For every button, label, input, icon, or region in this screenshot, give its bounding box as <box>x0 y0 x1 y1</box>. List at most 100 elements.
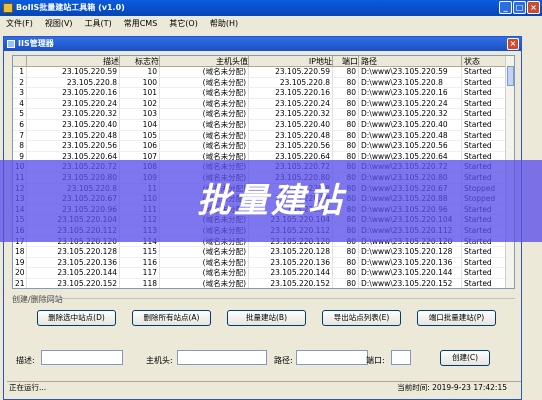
header-host[interactable]: 主机头值 <box>160 56 249 66</box>
menu-tools[interactable]: 工具(T) <box>85 18 112 29</box>
row-ip: 23.105.220.40 <box>249 119 333 130</box>
table-row[interactable]: 7 23.105.220.48 105 (域名未分配) 23.105.220.48 80 D… <box>13 130 514 142</box>
delete-selected-button[interactable]: 删除选中站点(D) <box>37 310 116 326</box>
row-description: 23.105.220.128 <box>27 247 120 257</box>
row-path: D:\www\23.105.220.48 <box>359 130 462 141</box>
iis-window-title: IIS管理器 <box>18 39 54 48</box>
header-status[interactable]: 状态 <box>462 56 510 66</box>
path-input[interactable] <box>296 350 368 365</box>
row-status: Started <box>462 268 510 278</box>
batch-create-button[interactable]: 批量建站(B) <box>227 310 306 326</box>
row-identifier: 104 <box>120 119 160 130</box>
row-host: (域名未分配) <box>160 67 249 77</box>
row-host: (域名未分配) <box>160 257 249 268</box>
host-label: 主机头: <box>146 356 173 365</box>
row-path: D:\www\23.105.220.24 <box>359 98 462 109</box>
row-host: (域名未分配) <box>160 119 249 130</box>
table-row[interactable]: 5 23.105.220.32 103 (域名未分配) 23.105.220.32 80 D… <box>13 109 514 120</box>
table-header: 描述 标志符 主机头值 IP地址 端口 路径 状态 <box>13 56 514 67</box>
row-path: D:\www\23.105.220.40 <box>359 119 462 130</box>
row-status: Started <box>462 98 510 109</box>
row-host: (域名未分配) <box>160 278 249 288</box>
app-title-bar: BoIIS批量建站工具箱 (v1.0) _ □ × <box>0 0 542 16</box>
row-description: 23.105.220.16 <box>27 88 120 98</box>
row-ip: 23.105.220.48 <box>249 130 333 141</box>
table-row[interactable]: 6 23.105.220.40 104 (域名未分配) 23.105.220.40 80 D… <box>13 119 514 131</box>
row-index: 20 <box>13 268 27 278</box>
row-port: 80 <box>333 278 359 288</box>
menu-other[interactable]: 其它(O) <box>169 18 198 29</box>
row-status: Started <box>462 278 510 288</box>
table-row[interactable]: 4 23.105.220.24 102 (域名未分配) 23.105.220.24 80 D… <box>13 98 514 110</box>
table-row[interactable]: 8 23.105.220.56 106 (域名未分配) 23.105.220.56 80 D… <box>13 141 514 152</box>
row-port: 80 <box>333 247 359 257</box>
row-port: 80 <box>333 257 359 268</box>
row-ip: 23.105.220.152 <box>249 278 333 288</box>
header-identifier[interactable]: 标志符 <box>120 56 160 66</box>
row-port: 80 <box>333 268 359 278</box>
header-description[interactable]: 描述 <box>27 56 120 66</box>
ops-group-label: 创建/删除网站 <box>12 295 63 304</box>
status-text: 正在运行... <box>9 383 47 392</box>
row-identifier: 115 <box>120 247 160 257</box>
table-row[interactable]: 20 23.105.220.144 117 (域名未分配) 23.105.220.144… <box>13 268 514 279</box>
row-ip: 23.105.220.24 <box>249 98 333 109</box>
row-description: 23.105.220.136 <box>27 257 120 268</box>
row-description: 23.105.220.152 <box>27 278 120 288</box>
window-close-icon[interactable]: × <box>507 38 519 50</box>
row-description: 23.105.220.56 <box>27 141 120 151</box>
row-ip: 23.105.220.144 <box>249 268 333 278</box>
menu-bar: 文件(F) 视图(V) 工具(T) 常用CMS 其它(O) 帮助(H) <box>0 16 542 30</box>
menu-cms[interactable]: 常用CMS <box>124 18 158 29</box>
scrollbar-thumb[interactable] <box>507 66 514 86</box>
maximize-button[interactable]: □ <box>513 1 526 14</box>
row-host: (域名未分配) <box>160 77 249 88</box>
row-index: 21 <box>13 278 27 288</box>
window-icon <box>7 40 15 48</box>
table-row[interactable]: 21 23.105.220.152 118 (域名未分配) 23.105.220.152… <box>13 278 514 288</box>
row-description: 23.105.220.144 <box>27 268 120 278</box>
menu-file[interactable]: 文件(F) <box>6 18 33 29</box>
row-description: 23.105.220.8 <box>27 77 120 88</box>
row-ip: 23.105.220.128 <box>249 247 333 257</box>
port-input[interactable] <box>391 350 411 365</box>
menu-view[interactable]: 视图(V) <box>45 18 73 29</box>
status-time: 当前时间: 2019-9-23 17:42:15 <box>397 383 507 392</box>
row-identifier: 101 <box>120 88 160 98</box>
header-port[interactable]: 端口 <box>333 56 359 66</box>
row-identifier: 102 <box>120 98 160 109</box>
row-identifier: 106 <box>120 141 160 151</box>
path-label: 路径: <box>274 356 293 365</box>
row-identifier: 117 <box>120 268 160 278</box>
row-index: 4 <box>13 98 27 109</box>
row-port: 80 <box>333 109 359 119</box>
header-ip[interactable]: IP地址 <box>249 56 333 66</box>
desc-input[interactable] <box>41 350 123 365</box>
close-button[interactable]: × <box>527 1 540 14</box>
minimize-button[interactable]: _ <box>499 1 512 14</box>
table-row[interactable]: 1 23.105.220.59 10 (域名未分配) 23.105.220.59 80 D:… <box>13 67 514 78</box>
row-path: D:\www\23.105.220.32 <box>359 109 462 119</box>
export-list-button[interactable]: 导出站点列表(E) <box>322 310 401 326</box>
create-button[interactable]: 创建(C) <box>440 350 490 366</box>
row-host: (域名未分配) <box>160 109 249 119</box>
row-status: Started <box>462 67 510 77</box>
menu-help[interactable]: 帮助(H) <box>210 18 238 29</box>
table-row[interactable]: 18 23.105.220.128 115 (域名未分配) 23.105.220.128… <box>13 247 514 258</box>
table-row[interactable]: 3 23.105.220.16 101 (域名未分配) 23.105.220.16 80 D… <box>13 88 514 99</box>
promo-banner: 批量建站 <box>0 160 542 242</box>
row-status: Started <box>462 141 510 151</box>
delete-all-button[interactable]: 删除所有站点(A) <box>132 310 211 326</box>
row-status: Started <box>462 109 510 119</box>
row-identifier: 100 <box>120 77 160 88</box>
port-batch-create-button[interactable]: 端口批量建站(P) <box>417 310 496 326</box>
row-status: Started <box>462 119 510 130</box>
table-row[interactable]: 19 23.105.220.136 116 (域名未分配) 23.105.220.136… <box>13 257 514 269</box>
header-index <box>13 56 27 66</box>
host-input[interactable] <box>177 350 267 365</box>
table-row[interactable]: 2 23.105.220.8 100 (域名未分配) 23.105.220.8 80 D:\… <box>13 77 514 89</box>
header-path[interactable]: 路径 <box>359 56 462 66</box>
row-description: 23.105.220.59 <box>27 67 120 77</box>
row-path: D:\www\23.105.220.136 <box>359 257 462 268</box>
row-ip: 23.105.220.8 <box>249 77 333 88</box>
